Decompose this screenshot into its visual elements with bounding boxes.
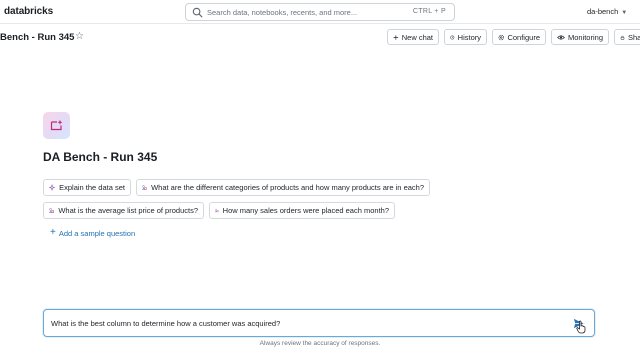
sample-question-label: How many sales orders were placed each m… [222,206,389,215]
account-menu[interactable]: da-bench ▼ [587,7,627,16]
plus-icon: + [50,227,56,238]
shapes-icon [142,185,147,190]
chat-input-value: What is the best column to determine how… [51,319,281,328]
history-label: History [457,32,481,42]
configure-button[interactable]: Configure [492,29,546,45]
sparkle-icon [49,184,56,191]
sample-question-chip[interactable]: How many sales orders were placed each m… [209,202,395,219]
lock-icon [620,35,625,40]
add-sample-question-link[interactable]: + Add a sample question [50,228,135,238]
databricks-logo[interactable]: databricks [4,6,53,17]
shapes-icon [215,208,219,213]
sample-question-chip[interactable]: What is the average list price of produc… [43,202,204,219]
space-title: DA Bench - Run 345 [43,150,158,164]
disclaimer-text: Always review the accuracy of responses. [259,340,381,347]
sparkle-chat-icon [50,119,63,131]
history-icon [450,34,455,40]
sample-question-label: What are the different categories of pro… [151,183,424,192]
chat-input[interactable]: What is the best column to determine how… [43,309,595,337]
gear-icon [498,34,504,40]
search-input[interactable]: Search data, notebooks, recents, and mor… [185,3,455,21]
sample-question-chip[interactable]: Explain the data set [43,179,131,196]
history-button[interactable]: History [444,29,487,45]
plus-icon [393,34,399,40]
star-icon[interactable]: ☆ [75,31,84,42]
search-icon [192,7,203,18]
sample-question-label: Explain the data set [59,183,125,192]
add-sample-question-label: Add a sample question [58,228,136,238]
shapes-icon [49,208,54,213]
mouse-pointer-icon [576,320,586,334]
monitoring-label: Monitoring [567,32,603,42]
page-title: Bench - Run 345 [0,32,75,43]
search-shortcut: CTRL + P [412,8,446,15]
chevron-down-icon: ▼ [621,10,628,16]
configure-label: Configure [507,32,540,42]
share-label: Share [627,32,640,42]
top-bar: databricks Search data, notebooks, recen… [0,0,640,24]
genie-space-icon [43,112,70,139]
share-button[interactable]: Share [614,29,640,45]
eye-icon [557,34,565,40]
monitoring-button[interactable]: Monitoring [551,29,609,45]
space-header: Bench - Run 345 ☆ New chat History Confi… [0,26,640,48]
sample-question-chip[interactable]: What are the different categories of pro… [136,179,430,196]
account-name: da-bench [587,7,619,16]
new-chat-button[interactable]: New chat [387,29,439,45]
search-placeholder: Search data, notebooks, recents, and mor… [207,8,358,17]
new-chat-label: New chat [401,32,433,42]
sample-question-label: What is the average list price of produc… [58,206,198,215]
